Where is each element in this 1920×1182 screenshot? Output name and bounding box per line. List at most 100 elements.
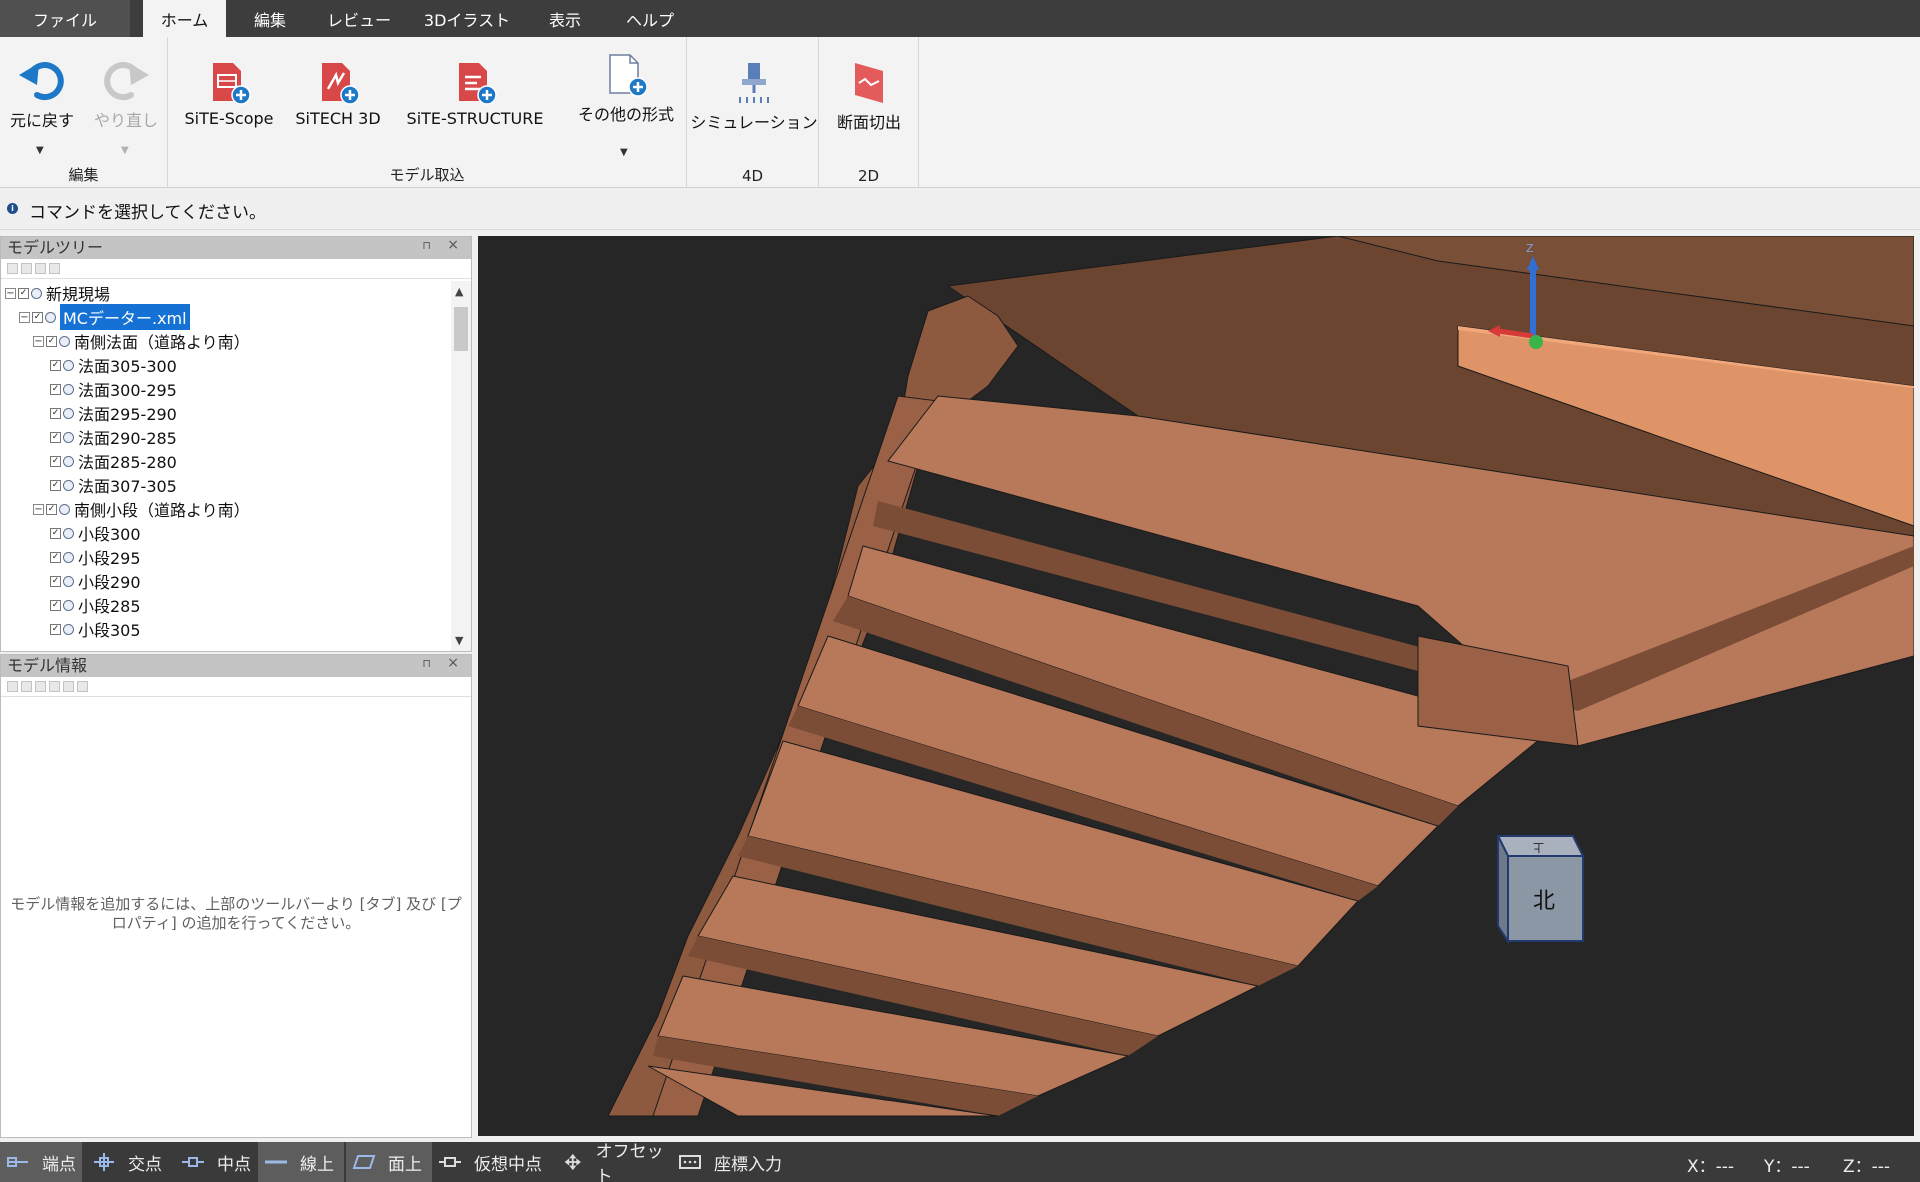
close-icon[interactable]: ×	[447, 237, 459, 253]
tree-row[interactable]: ✓ 法面295-290	[47, 401, 177, 425]
visibility-checkbox[interactable]: ✓	[50, 455, 61, 467]
snap-label: 中点	[217, 1154, 251, 1175]
add-tab-icon[interactable]	[7, 681, 18, 692]
pin-icon[interactable]: ⊓	[422, 657, 431, 670]
tab-3d-illust[interactable]: 3Dイラスト	[418, 0, 516, 37]
view-cube-top-label: 上	[1533, 841, 1544, 854]
tree-row[interactable]: ✓ 小段300	[47, 521, 141, 545]
section-cut-label: 断面切出	[836, 113, 901, 132]
tree-row[interactable]: − ✓ 新規現場	[5, 281, 110, 305]
site-structure-label: SiTE-STRUCTURE	[406, 109, 544, 128]
scroll-thumb[interactable]	[454, 307, 468, 351]
sitech3d-button[interactable]: SiTECH 3D	[290, 61, 386, 128]
pin-icon[interactable]: ⊓	[422, 239, 431, 252]
view-cube[interactable]: 上 北	[1496, 835, 1585, 945]
redo-dropdown-icon[interactable]: ▼	[121, 145, 129, 156]
visibility-checkbox[interactable]: ✓	[50, 431, 61, 443]
snap-toggle-0[interactable]: 端点	[0, 1142, 82, 1182]
tree-row[interactable]: ✓ 法面305-300	[47, 353, 177, 377]
tree-row[interactable]: − ✓ 南側小段（道路より南）	[33, 497, 250, 521]
tree-item-label: 法面307-305	[78, 477, 177, 496]
snap-label: 端点	[42, 1154, 76, 1175]
tree-row[interactable]: ✓ 法面285-280	[47, 449, 177, 473]
visibility-checkbox[interactable]: ✓	[50, 623, 61, 635]
layer-icon	[63, 527, 74, 539]
tree-item-label: 南側法面（道路より南）	[74, 333, 250, 352]
tab-edit[interactable]: 編集	[232, 0, 308, 37]
layer-icon	[63, 599, 74, 611]
snap-toggle-2[interactable]: 中点	[175, 1142, 255, 1182]
snap-toggle-6[interactable]: オフセット	[556, 1142, 672, 1182]
visibility-checkbox[interactable]: ✓	[50, 359, 61, 371]
visibility-checkbox[interactable]: ✓	[50, 599, 61, 611]
edit-tab-icon[interactable]	[21, 681, 32, 692]
collapse-toggle-icon[interactable]: −	[33, 503, 44, 515]
collapse-toggle-icon[interactable]: −	[5, 287, 16, 299]
layer-icon	[63, 623, 74, 635]
layer-icon	[59, 335, 70, 347]
delete-property-icon[interactable]	[77, 681, 88, 692]
visibility-checkbox[interactable]: ✓	[46, 503, 57, 515]
scroll-down-icon[interactable]: ▼	[455, 634, 463, 647]
tree-row[interactable]: ✓ 小段295	[47, 545, 141, 569]
site-structure-button[interactable]: SiTE-STRUCTURE	[400, 61, 550, 128]
sort-descending-icon[interactable]	[49, 263, 60, 274]
snap-toggle-3[interactable]: 線上	[258, 1142, 344, 1182]
section-cut-button[interactable]: 断面切出	[825, 61, 913, 133]
edit-property-icon[interactable]	[63, 681, 74, 692]
visibility-checkbox[interactable]: ✓	[50, 527, 61, 539]
tab-review[interactable]: レビュー	[316, 0, 402, 37]
sort-ascending-icon[interactable]	[35, 263, 46, 274]
tree-row[interactable]: ✓ 法面290-285	[47, 425, 177, 449]
visibility-checkbox[interactable]: ✓	[50, 383, 61, 395]
tab-help[interactable]: ヘルプ	[612, 0, 688, 37]
tree-row[interactable]: ✓ 法面307-305	[47, 473, 177, 497]
snap-toggle-1[interactable]: 交点	[86, 1142, 171, 1182]
other-formats-button[interactable]: その他の形式	[572, 53, 680, 125]
visibility-checkbox[interactable]: ✓	[50, 575, 61, 587]
visibility-checkbox[interactable]: ✓	[46, 335, 57, 347]
simulation-button[interactable]: シミュレーション	[690, 61, 818, 133]
add-property-icon[interactable]	[49, 681, 60, 692]
collapse-toggle-icon[interactable]: −	[19, 311, 30, 323]
visibility-checkbox[interactable]: ✓	[50, 551, 61, 563]
tab-home[interactable]: ホーム	[143, 0, 226, 37]
ribbon: 元に戻す ▼ やり直し ▼ 編集 SiTE-Scope SiTECH 3D Si…	[0, 37, 1920, 188]
redo-button[interactable]: やり直し	[90, 53, 162, 131]
visibility-checkbox[interactable]: ✓	[50, 407, 61, 419]
snap-toggle-5[interactable]: 仮想中点	[432, 1142, 556, 1182]
3d-viewport[interactable]: Z 上 北	[478, 236, 1914, 1136]
delete-tab-icon[interactable]	[35, 681, 46, 692]
undo-dropdown-icon[interactable]: ▼	[36, 145, 44, 156]
layer-icon	[63, 479, 74, 491]
tree-row[interactable]: ✓ 小段290	[47, 569, 141, 593]
close-icon[interactable]: ×	[447, 655, 459, 671]
collapse-toggle-icon[interactable]: −	[33, 335, 44, 347]
tree-row[interactable]: − ✓ 南側法面（道路より南）	[33, 329, 250, 353]
visibility-checkbox[interactable]: ✓	[32, 311, 43, 323]
scroll-up-icon[interactable]: ▲	[455, 285, 463, 298]
other-formats-dropdown-icon[interactable]: ▼	[620, 147, 628, 158]
undo-button[interactable]: 元に戻す	[6, 53, 78, 131]
site-scope-button[interactable]: SiTE-Scope	[177, 61, 281, 128]
visibility-checkbox[interactable]: ✓	[18, 287, 29, 299]
layer-icon	[63, 455, 74, 467]
tree-row[interactable]: ✓ 小段285	[47, 593, 141, 617]
layer-icon	[45, 311, 56, 323]
ribbon-group-2d-label: 2D	[857, 167, 880, 185]
snap-toggle-4[interactable]: 面上	[346, 1142, 432, 1182]
delete-icon[interactable]	[21, 263, 32, 274]
visibility-checkbox[interactable]: ✓	[50, 479, 61, 491]
new-folder-icon[interactable]	[7, 263, 18, 274]
simulation-label: シミュレーション	[690, 113, 818, 132]
tree-row[interactable]: − ✓ MCデーター.xml	[19, 304, 190, 330]
other-formats-icon	[609, 54, 648, 97]
tab-view[interactable]: 表示	[530, 0, 600, 37]
tree-item-label: 法面285-280	[78, 453, 177, 472]
model-tree-scrollbar[interactable]: ▲ ▼	[451, 281, 471, 651]
snap-toggle-7[interactable]: 座標入力	[672, 1142, 800, 1182]
menu-file[interactable]: ファイル	[0, 0, 130, 37]
sitech3d-label: SiTECH 3D	[295, 109, 381, 128]
tree-row[interactable]: ✓ 小段305	[47, 617, 141, 641]
tree-row[interactable]: ✓ 法面300-295	[47, 377, 177, 401]
